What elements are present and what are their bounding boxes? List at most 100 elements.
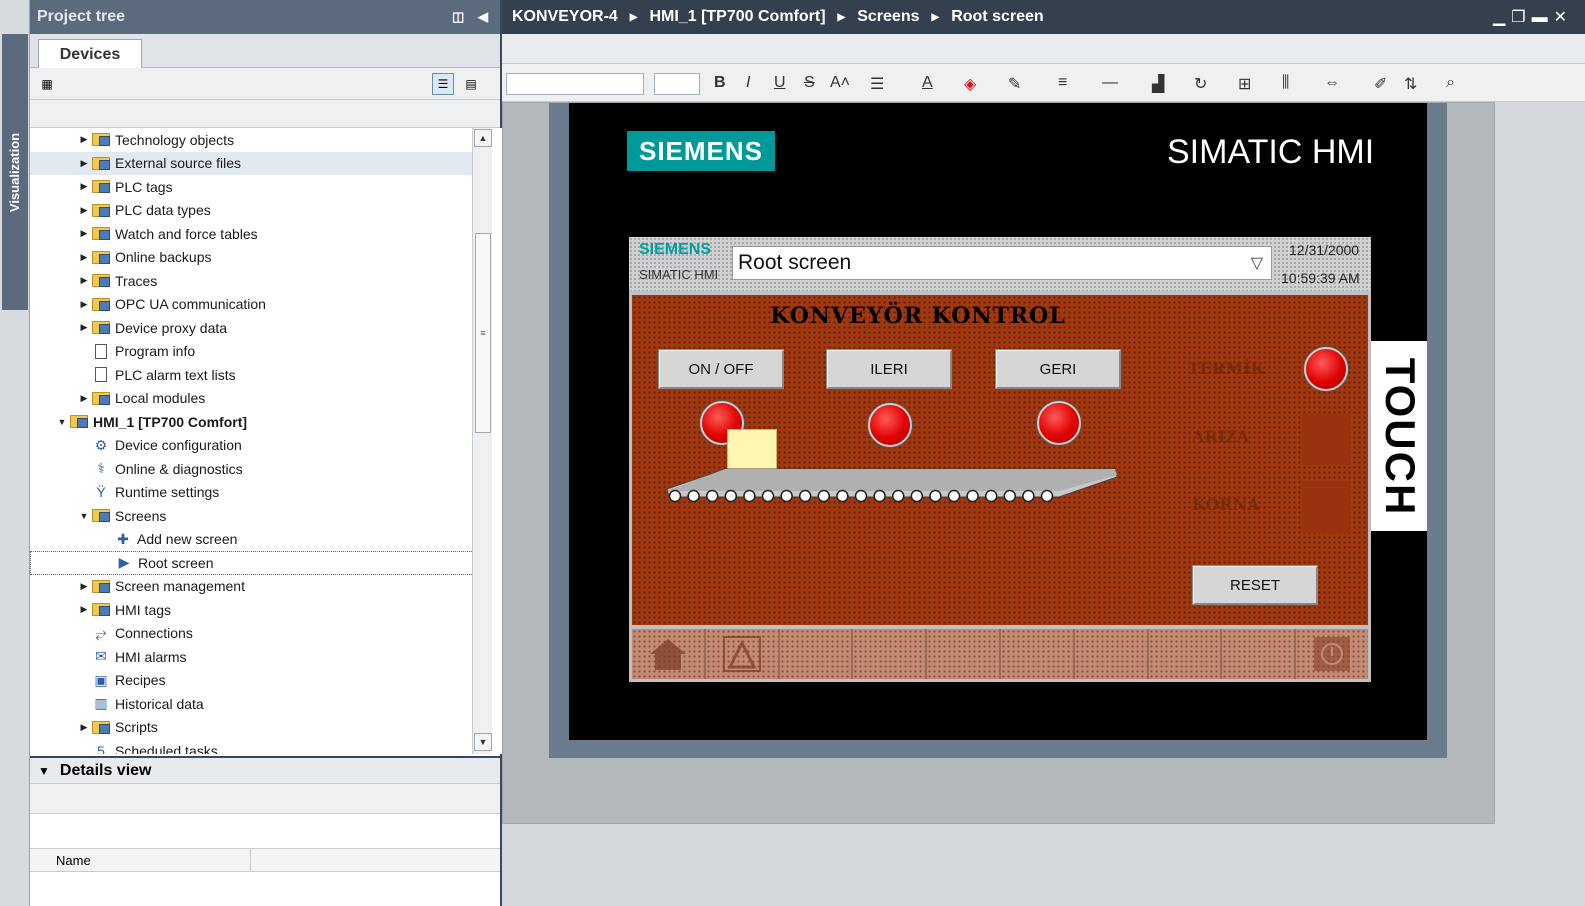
breadcrumb-item[interactable]: Screens <box>857 8 919 26</box>
home-button[interactable] <box>632 629 706 679</box>
overview-list-icon[interactable]: ☰ <box>432 73 454 95</box>
line-width-icon[interactable]: ≡ <box>1058 74 1067 92</box>
tree-item[interactable]: ✉ HMI alarms <box>30 645 476 669</box>
arrange-icon[interactable]: ▟ <box>1152 74 1164 94</box>
font-name-field[interactable] <box>506 73 644 95</box>
window-controls[interactable]: ▁❐▬✕ <box>1493 7 1573 27</box>
collapse-panel-icon[interactable]: ◀ <box>478 9 488 25</box>
breadcrumb-item[interactable]: KONVEYOR-4 <box>512 8 618 26</box>
zoom-icon[interactable]: ⌕ <box>1446 74 1455 92</box>
nav-slot-3[interactable] <box>779 629 854 679</box>
align-icon[interactable]: ☰ <box>870 74 884 94</box>
scroll-down-icon[interactable]: ▼ <box>474 733 492 751</box>
close-icon[interactable]: ✕ <box>1554 9 1573 26</box>
tree-item[interactable]: ▶ External source files <box>30 151 476 175</box>
tree-item[interactable]: ▶ OPC UA communication <box>30 293 476 317</box>
scroll-thumb[interactable]: ≡ <box>475 233 491 433</box>
tree-item[interactable]: 5 Scheduled tasks <box>30 739 476 754</box>
details-column-name[interactable]: Name <box>56 853 91 868</box>
tree-item[interactable]: ⚙ Device configuration <box>30 434 476 458</box>
nav-slot-7[interactable] <box>1074 629 1149 679</box>
tree-item[interactable]: ▶ PLC tags <box>30 175 476 199</box>
chevron-down-icon[interactable]: ▽ <box>1251 253 1263 273</box>
design-canvas[interactable]: SIEMENS SIMATIC HMI TOUCH SIEMENS SIMATI… <box>502 102 1495 824</box>
expand-arrow-icon[interactable]: ▶ <box>78 205 90 216</box>
tree-item[interactable]: ⥂ Connections <box>30 622 476 646</box>
align-objects-icon[interactable]: ⊞ <box>1238 74 1251 94</box>
tree-item[interactable]: PLC alarm text lists <box>30 363 476 387</box>
tree-item[interactable]: ▼ HMI_1 [TP700 Comfort] <box>30 410 476 434</box>
same-size-icon[interactable]: ⇔ <box>1324 74 1340 92</box>
tree-item[interactable]: ▶ Local modules <box>30 387 476 411</box>
expand-arrow-icon[interactable]: ▶ <box>78 228 90 239</box>
expand-arrow-icon[interactable]: ▶ <box>78 134 90 145</box>
format-painter-icon[interactable]: ✐ <box>1374 74 1387 94</box>
tab-devices[interactable]: Devices <box>38 39 142 69</box>
tree-item[interactable]: ▣ Recipes <box>30 669 476 693</box>
split-view-icon[interactable]: ◫ <box>452 9 464 25</box>
visualization-tab[interactable]: Visualization <box>2 34 28 310</box>
tree-item[interactable]: ▶ Device proxy data <box>30 316 476 340</box>
tree-item[interactable]: Ϋ Runtime settings <box>30 481 476 505</box>
tree-item[interactable]: ▶ Root screen <box>30 551 476 575</box>
tree-item[interactable]: ▶ Screen management <box>30 575 476 599</box>
expand-arrow-icon[interactable]: ▶ <box>78 604 90 615</box>
on-off-button[interactable]: ON / OFF <box>658 349 784 389</box>
float-icon[interactable]: ❐ <box>1511 9 1531 26</box>
alarm-button[interactable] <box>705 629 780 679</box>
expand-arrow-icon[interactable]: ▶ <box>78 252 90 263</box>
line-style-icon[interactable]: — <box>1102 74 1118 92</box>
screen-selector[interactable]: Root screen ▽ <box>732 246 1272 280</box>
font-grow-icon[interactable]: A˄ <box>830 74 850 92</box>
nav-slot-5[interactable] <box>927 629 1001 679</box>
bold-icon[interactable]: B <box>714 74 726 92</box>
expand-arrow-icon[interactable]: ▶ <box>78 581 90 592</box>
expand-arrow-icon[interactable]: ▶ <box>78 722 90 733</box>
nav-slot-4[interactable] <box>853 629 928 679</box>
expand-arrow-icon[interactable]: ▶ <box>78 158 90 169</box>
fill-color-icon[interactable]: ◈ <box>964 74 976 94</box>
layer-icon[interactable]: ⇅ <box>1404 74 1417 94</box>
table-export-icon[interactable]: ▤ <box>460 73 482 95</box>
tree-item[interactable]: ▼ Screens <box>30 504 476 528</box>
expand-arrow-icon[interactable]: ▶ <box>78 322 90 333</box>
expand-arrow-icon[interactable]: ▶ <box>78 181 90 192</box>
minimize-icon[interactable]: ▁ <box>1493 9 1511 26</box>
tree-item[interactable]: ▶ Technology objects <box>30 128 476 152</box>
chevron-down-icon[interactable]: ▼ <box>38 764 50 778</box>
geri-button[interactable]: GERI <box>995 349 1121 389</box>
expand-arrow-icon[interactable]: ▶ <box>78 275 90 286</box>
scroll-up-icon[interactable]: ▲ <box>474 129 492 147</box>
project-properties-icon[interactable]: ▦ <box>36 73 58 95</box>
tree-item[interactable]: ✚ Add new screen <box>30 528 476 552</box>
font-color-icon[interactable]: A <box>922 74 933 92</box>
exit-button[interactable] <box>1296 629 1368 679</box>
tree-item[interactable]: ▶ Online backups <box>30 246 476 270</box>
maximize-icon[interactable]: ▬ <box>1532 9 1554 26</box>
underline-icon[interactable]: U <box>774 74 786 92</box>
expand-arrow-icon[interactable]: ▶ <box>78 299 90 310</box>
nav-slot-8[interactable] <box>1148 629 1223 679</box>
project-tree-scrollbar[interactable]: ▲ ≡ ▼ <box>472 128 492 754</box>
italic-icon[interactable]: I <box>746 74 750 92</box>
tree-item[interactable]: ▥ Historical data <box>30 692 476 716</box>
details-view-header[interactable]: ▼ Details view <box>30 758 500 784</box>
tree-item[interactable]: ▶ PLC data types <box>30 199 476 223</box>
strikethrough-icon[interactable]: S <box>804 74 815 92</box>
collapse-arrow-icon[interactable]: ▼ <box>78 511 90 521</box>
tree-item[interactable]: Program info <box>30 340 476 364</box>
ileri-button[interactable]: ILERI <box>826 349 952 389</box>
tree-item[interactable]: ▶ Watch and force tables <box>30 222 476 246</box>
nav-slot-9[interactable] <box>1222 629 1297 679</box>
font-size-field[interactable] <box>654 73 700 95</box>
tree-item[interactable]: ⚕ Online & diagnostics <box>30 457 476 481</box>
collapse-arrow-icon[interactable]: ▼ <box>56 417 68 427</box>
distribute-icon[interactable]: ⫼ <box>1282 74 1289 92</box>
tree-item[interactable]: ▶ HMI tags <box>30 598 476 622</box>
breadcrumb-item[interactable]: HMI_1 [TP700 Comfort] <box>650 8 826 26</box>
rotate-icon[interactable]: ↻ <box>1194 74 1207 94</box>
expand-arrow-icon[interactable]: ▶ <box>78 393 90 404</box>
tree-item[interactable]: ▶ Traces <box>30 269 476 293</box>
breadcrumb-item[interactable]: Root screen <box>951 8 1043 26</box>
reset-button[interactable]: RESET <box>1192 565 1318 605</box>
